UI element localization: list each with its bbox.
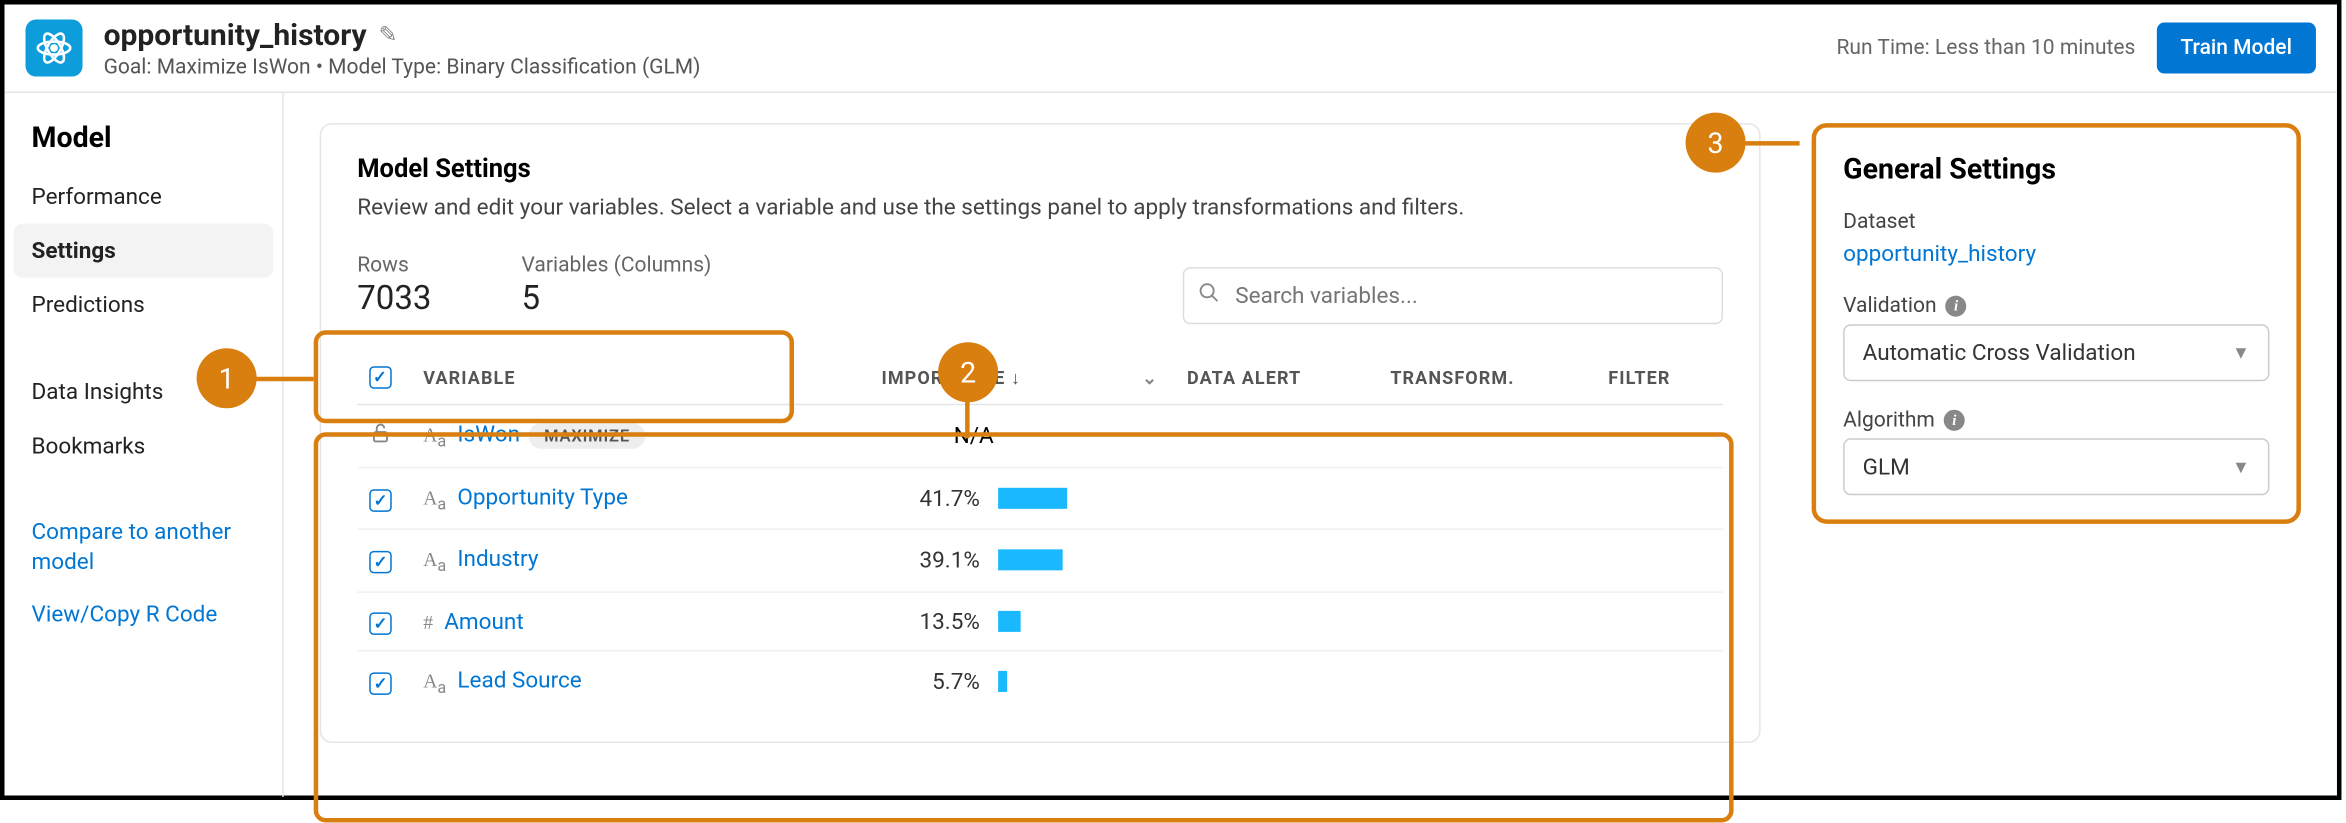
col-filter[interactable]: FILTER — [1596, 351, 1723, 404]
variable-link[interactable]: IsWon — [457, 420, 520, 447]
algorithm-select[interactable]: GLM▼ — [1843, 438, 2269, 495]
callout-3-line — [1743, 141, 1800, 146]
rows-label: Rows — [357, 254, 431, 278]
table-row[interactable]: ✓ # Amount 13.5% — [357, 592, 1723, 651]
importance-value: 5.7% — [899, 668, 980, 695]
stats-search-row: Rows 7033 Variables (Columns) 5 — [357, 248, 1723, 325]
select-all-checkbox[interactable]: ✓ — [369, 366, 392, 389]
body: Model Performance Settings Predictions D… — [5, 93, 2337, 797]
importance-value: 41.7% — [899, 485, 980, 512]
header-titles: opportunity_history ✎ Goal: Maximize IsW… — [104, 17, 1837, 80]
importance-value: N/A — [954, 422, 994, 449]
row-checkbox[interactable]: ✓ — [369, 612, 392, 635]
rows-value: 7033 — [357, 281, 431, 319]
row-checkbox[interactable]: ✓ — [369, 673, 392, 696]
general-settings-title: General Settings — [1843, 152, 2269, 187]
panel-title: Model Settings — [357, 155, 1723, 185]
sidebar-title: Model — [5, 120, 283, 170]
sidebar-link-compare[interactable]: Compare to another model — [5, 506, 283, 589]
edit-icon[interactable]: ✎ — [379, 21, 398, 48]
row-checkbox[interactable]: ✓ — [369, 552, 392, 575]
panel-description: Review and edit your variables. Select a… — [357, 194, 1723, 221]
col-data-alert[interactable]: DATA ALERT — [1175, 351, 1378, 404]
header: opportunity_history ✎ Goal: Maximize IsW… — [5, 5, 2337, 94]
sidebar-link-view-r-code[interactable]: View/Copy R Code — [5, 588, 283, 641]
stat-variables: Variables (Columns) 5 — [522, 254, 712, 319]
type-icon: Aa — [423, 548, 446, 571]
callout-1: 1 — [197, 348, 257, 408]
importance-bar — [998, 671, 1007, 692]
stats-block: Rows 7033 Variables (Columns) 5 — [357, 248, 711, 325]
settings-panel: Model Settings Review and edit your vari… — [320, 123, 1761, 743]
callout-1-line — [254, 377, 314, 382]
general-settings-panel: General Settings Dataset opportunity_his… — [1812, 123, 2301, 524]
importance-bar — [998, 611, 1020, 632]
dataset-link[interactable]: opportunity_history — [1843, 240, 2269, 267]
validation-label: Validation i — [1843, 294, 2269, 318]
importance-value: 39.1% — [899, 547, 980, 574]
runtime-text: Run Time: Less than 10 minutes — [1836, 36, 2135, 60]
callout-2-line — [965, 399, 970, 438]
variable-link[interactable]: Industry — [457, 545, 538, 572]
chevron-down-icon: ▼ — [2232, 342, 2250, 363]
search-icon — [1198, 281, 1221, 310]
lock-icon — [369, 423, 392, 450]
variable-link[interactable]: Amount — [444, 608, 524, 635]
col-transform[interactable]: TRANSFORM. — [1378, 351, 1596, 404]
variable-link[interactable]: Opportunity Type — [457, 483, 628, 510]
table-row[interactable]: ✓ Aa Industry 39.1% — [357, 529, 1723, 591]
type-icon: Aa — [423, 423, 446, 446]
sidebar-item-bookmarks[interactable]: Bookmarks — [5, 419, 283, 473]
vars-label: Variables (Columns) — [522, 254, 712, 278]
variables-table: ✓ VARIABLE IMPORTANCE ↓ ⌄ DATA ALERT TRA… — [357, 351, 1723, 712]
page-subtitle: Goal: Maximize IsWon • Model Type: Binar… — [104, 56, 1837, 80]
vars-value: 5 — [522, 281, 712, 319]
sidebar: Model Performance Settings Predictions D… — [5, 93, 284, 797]
header-actions: Run Time: Less than 10 minutes Train Mod… — [1836, 23, 2315, 74]
search-wrapper — [1183, 267, 1723, 324]
variable-link[interactable]: Lead Source — [457, 666, 581, 693]
sidebar-item-settings[interactable]: Settings — [14, 224, 274, 278]
importance-bar — [998, 550, 1063, 571]
table-row[interactable]: Aa IsWon MAXIMIZE N/A — [357, 405, 1723, 467]
app-frame: opportunity_history ✎ Goal: Maximize IsW… — [0, 0, 2341, 800]
chevron-down-icon: ▼ — [2232, 456, 2250, 477]
stat-rows: Rows 7033 — [357, 254, 431, 319]
importance-value: 13.5% — [899, 608, 980, 635]
info-icon[interactable]: i — [1944, 410, 1965, 431]
search-input[interactable] — [1183, 267, 1723, 324]
app-logo — [26, 20, 83, 77]
type-icon: Aa — [423, 669, 446, 692]
sidebar-item-predictions[interactable]: Predictions — [5, 278, 283, 332]
type-icon: Aa — [423, 486, 446, 509]
algorithm-label: Algorithm i — [1843, 408, 2269, 432]
table-row[interactable]: ✓ Aa Opportunity Type 41.7% — [357, 467, 1723, 529]
validation-select[interactable]: Automatic Cross Validation▼ — [1843, 324, 2269, 381]
main-content: Model Settings Review and edit your vari… — [284, 93, 1797, 797]
type-icon: # — [423, 611, 433, 634]
row-checkbox[interactable]: ✓ — [369, 489, 392, 512]
table-row[interactable]: ✓ Aa Lead Source 5.7% — [357, 650, 1723, 712]
chevron-down-icon[interactable]: ⌄ — [1142, 367, 1158, 388]
callout-3: 3 — [1686, 113, 1746, 173]
info-icon[interactable]: i — [1946, 296, 1967, 317]
importance-bar — [998, 488, 1067, 509]
col-variable[interactable]: VARIABLE — [411, 351, 772, 404]
sidebar-item-performance[interactable]: Performance — [5, 170, 283, 224]
maximize-badge: MAXIMIZE — [529, 423, 645, 449]
dataset-label: Dataset — [1843, 210, 2269, 234]
callout-2: 2 — [938, 342, 998, 402]
right-panel: General Settings Dataset opportunity_his… — [1797, 93, 2337, 797]
page-title: opportunity_history — [104, 17, 367, 53]
train-model-button[interactable]: Train Model — [2156, 23, 2316, 74]
